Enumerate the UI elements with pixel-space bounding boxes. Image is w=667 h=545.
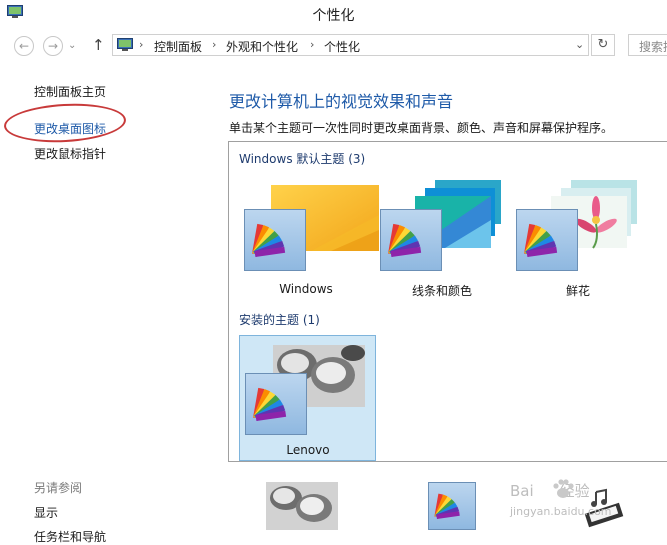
breadcrumb-appearance[interactable]: 外观和个性化 <box>226 38 298 55</box>
chevron-down-icon: ⌄ <box>68 40 77 51</box>
page-description: 单击某个主题可一次性同时更改桌面背景、颜色、声音和屏幕保护程序。 <box>229 121 614 135</box>
search-placeholder: 搜索控制面板 <box>639 40 667 54</box>
color-palette-icon <box>380 209 442 271</box>
theme-lenovo[interactable]: Lenovo <box>239 335 376 461</box>
back-button[interactable]: ← <box>14 36 34 56</box>
theme-name-lines-and-colors: 线条和颜色 <box>411 284 472 298</box>
theme-windows[interactable]: Windows <box>241 182 379 302</box>
window-title: 个性化 <box>312 8 355 24</box>
page-title: 更改计算机上的视觉效果和声音 <box>229 92 454 111</box>
group-title-installed-themes: 安装的主题 (1) <box>239 313 320 327</box>
refresh-button[interactable]: ↻ <box>591 34 615 56</box>
address-dropdown-icon[interactable]: ⌄ <box>575 38 584 51</box>
up-button[interactable]: ↑ <box>92 36 105 54</box>
breadcrumb-separator: › <box>310 38 315 51</box>
breadcrumb-separator: › <box>139 38 144 51</box>
search-input[interactable]: 搜索控制面板 <box>628 34 667 56</box>
color-palette-icon <box>516 209 578 271</box>
title-bar: 个性化 <box>0 0 667 28</box>
watermark-paw-icon <box>553 479 574 498</box>
sidebar-control-panel-home[interactable]: 控制面板主页 <box>34 83 106 100</box>
see-also-heading: 另请参阅 <box>34 481 83 495</box>
control-panel-icon <box>117 38 133 51</box>
forward-button[interactable]: → <box>43 36 63 56</box>
see-also-taskbar-navigation[interactable]: 任务栏和导航 <box>34 528 106 545</box>
back-arrow-icon: ← <box>18 39 30 53</box>
refresh-icon: ↻ <box>597 37 609 52</box>
recent-locations-dropdown[interactable]: ⌄ <box>68 40 76 51</box>
color-palette-icon <box>245 373 307 435</box>
watermark-url: jingyan.baidu.com <box>510 505 612 518</box>
sidebar-change-mouse-pointers[interactable]: 更改鼠标指针 <box>34 145 106 162</box>
theme-name-flowers: 鲜花 <box>565 284 590 298</box>
theme-flowers[interactable]: 鲜花 <box>513 180 643 302</box>
color-palette-icon[interactable] <box>428 482 476 530</box>
watermark-brand-text: Bai <box>510 482 534 500</box>
desktop-background-thumbnail[interactable] <box>266 482 338 530</box>
theme-list[interactable]: Windows 默认主题 (3) Windows 线条和颜色 鲜花 安装的主题 … <box>228 141 667 462</box>
breadcrumb-control-panel[interactable]: 控制面板 <box>154 38 202 55</box>
theme-name-windows: Windows <box>279 282 333 296</box>
theme-lines-and-colors[interactable]: 线条和颜色 <box>377 180 507 302</box>
navigation-bar: ← → ⌄ ↑ › 控制面板 › 外观和个性化 › 个性化 ⌄ ↻ 搜索控制面板 <box>0 28 667 64</box>
breadcrumb-separator: › <box>212 38 217 51</box>
breadcrumb-personalization[interactable]: 个性化 <box>324 38 360 55</box>
color-palette-icon <box>244 209 306 271</box>
address-bar[interactable]: › 控制面板 › 外观和个性化 › 个性化 ⌄ <box>112 34 589 56</box>
see-also-display[interactable]: 显示 <box>34 504 58 521</box>
up-arrow-icon: ↑ <box>92 36 105 54</box>
group-title-default-themes: Windows 默认主题 (3) <box>239 152 366 166</box>
annotation-ellipse <box>3 100 127 146</box>
forward-arrow-icon: → <box>47 39 59 53</box>
watermark-brand: Bai 经验 <box>510 480 590 501</box>
theme-name-lenovo: Lenovo <box>286 443 330 457</box>
